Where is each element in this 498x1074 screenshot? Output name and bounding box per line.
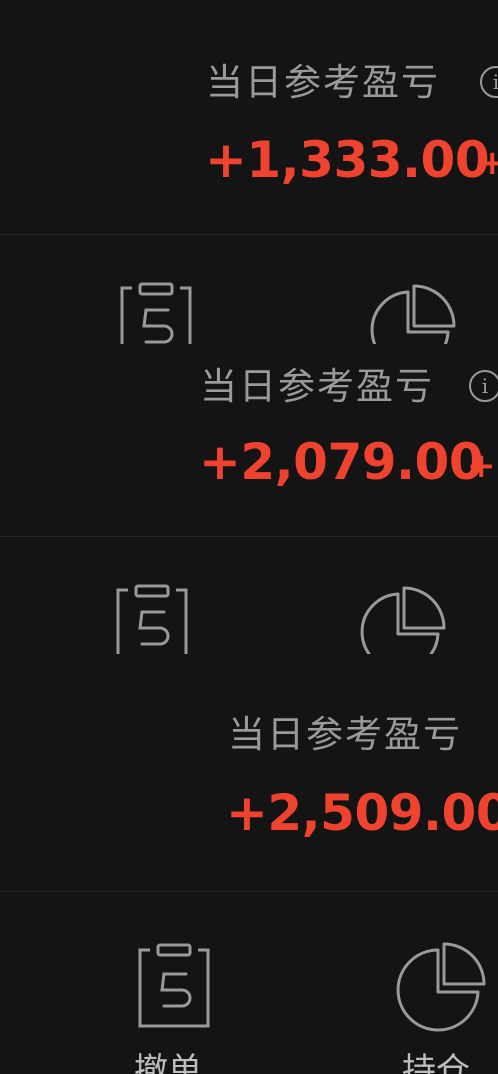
pnl-percent-value: +1 [467,446,498,486]
daily-pnl-label: 当日参考盈亏 [228,713,462,756]
pie-chart-icon [360,586,446,654]
daily-pnl-value: +2,079.00 [199,433,484,491]
divider [0,234,498,235]
cancel-order-button[interactable] [118,282,194,344]
divider [0,536,498,537]
cancel-order-icon [116,584,188,654]
position-button[interactable] [396,940,488,1032]
info-icon[interactable]: i [469,370,498,402]
daily-pnl-label: 当日参考盈亏 [206,61,440,104]
daily-pnl-label: 当日参考盈亏 [200,365,434,408]
info-icon[interactable]: i [480,66,498,98]
daily-pnl-value: +1,333.00 [205,131,490,189]
pie-chart-icon [370,284,456,344]
screen-root: 当日参考盈亏 i +1,333.00 + 当日参考盈亏 i +2,079.00 … [0,0,498,1074]
cancel-order-icon [120,282,192,344]
position-button[interactable] [358,584,448,654]
divider [0,891,498,892]
daily-pnl-value: +2,509.00 [226,784,498,842]
pie-chart-icon [396,942,486,1032]
cancel-order-icon [138,943,210,1028]
pnl-percent-value: + [478,143,498,183]
position-label: 持仓 [402,1051,470,1074]
position-button[interactable] [368,282,458,344]
cancel-order-button[interactable] [114,584,190,654]
cancel-order-button[interactable] [136,942,212,1030]
cancel-order-label: 撤单 [134,1051,202,1074]
